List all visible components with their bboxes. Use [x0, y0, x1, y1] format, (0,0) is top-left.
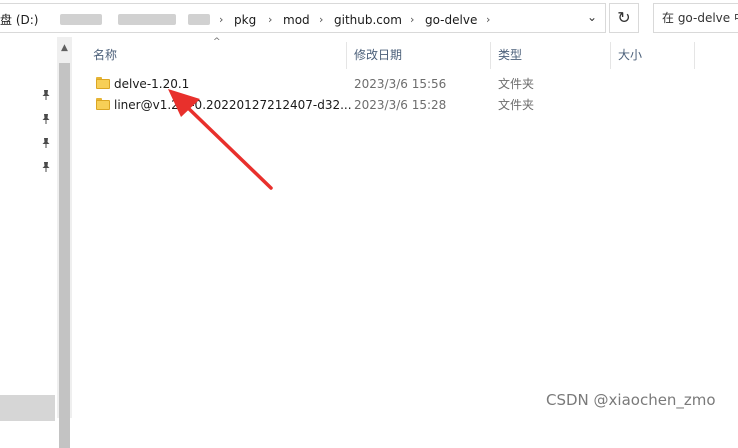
annotation-arrow-icon — [168, 89, 273, 190]
watermark-text: CSDN @xiaochen_zmo — [546, 391, 716, 409]
